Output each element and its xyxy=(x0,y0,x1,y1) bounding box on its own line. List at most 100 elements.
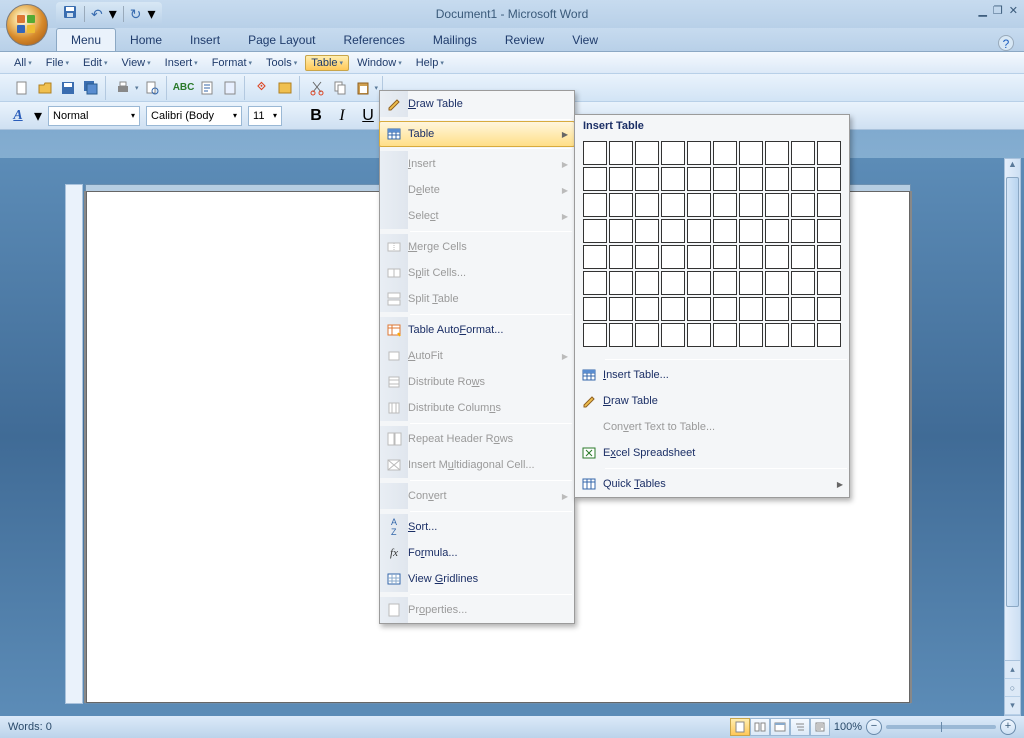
grid-cell[interactable] xyxy=(635,167,659,191)
vertical-scrollbar[interactable]: ▲ ▼ xyxy=(1004,158,1021,698)
grid-cell[interactable] xyxy=(765,141,789,165)
grid-cell[interactable] xyxy=(661,141,685,165)
grid-cell[interactable] xyxy=(583,271,607,295)
grid-cell[interactable] xyxy=(609,193,633,217)
paste-icon[interactable] xyxy=(353,78,373,98)
menu-insert[interactable]: Insert▾ xyxy=(159,55,204,71)
grid-cell[interactable] xyxy=(817,245,841,269)
grid-cell[interactable] xyxy=(817,141,841,165)
submenu-insert-table[interactable]: Insert Table... xyxy=(575,362,849,388)
menu-table-submenu[interactable]: Table▶ xyxy=(379,121,575,147)
grid-cell[interactable] xyxy=(791,271,815,295)
zoom-out-button[interactable]: − xyxy=(866,719,882,735)
draft-view-icon[interactable] xyxy=(810,718,830,736)
grid-cell[interactable] xyxy=(817,193,841,217)
grid-cell[interactable] xyxy=(765,245,789,269)
grid-cell[interactable] xyxy=(817,219,841,243)
grid-cell[interactable] xyxy=(817,297,841,321)
grid-cell[interactable] xyxy=(583,193,607,217)
table-size-grid[interactable] xyxy=(575,137,849,357)
copy-icon[interactable] xyxy=(330,78,350,98)
grid-cell[interactable] xyxy=(635,219,659,243)
tab-review[interactable]: Review xyxy=(491,29,558,51)
full-screen-reading-icon[interactable] xyxy=(750,718,770,736)
bold-button[interactable]: B xyxy=(306,106,326,126)
minimize-button[interactable]: ▁ xyxy=(978,4,986,17)
tab-mailings[interactable]: Mailings xyxy=(419,29,491,51)
grid-cell[interactable] xyxy=(765,219,789,243)
menu-sort[interactable]: AZSort... xyxy=(380,514,574,540)
grid-cell[interactable] xyxy=(635,271,659,295)
grid-cell[interactable] xyxy=(583,323,607,347)
new-icon[interactable] xyxy=(12,78,32,98)
menu-format[interactable]: Format▾ xyxy=(206,55,258,71)
grid-cell[interactable] xyxy=(687,167,711,191)
grid-cell[interactable] xyxy=(713,219,737,243)
grid-cell[interactable] xyxy=(661,297,685,321)
grid-cell[interactable] xyxy=(739,297,763,321)
grid-cell[interactable] xyxy=(661,193,685,217)
grid-cell[interactable] xyxy=(687,297,711,321)
font-selector[interactable]: Calibri (Body▾ xyxy=(146,106,242,126)
grid-cell[interactable] xyxy=(609,297,633,321)
qat-save-icon[interactable] xyxy=(62,4,78,25)
menu-file[interactable]: File▾ xyxy=(40,55,75,71)
restore-button[interactable]: ❐ xyxy=(993,4,1003,17)
help-icon[interactable]: ? xyxy=(998,35,1014,51)
grid-cell[interactable] xyxy=(765,167,789,191)
grid-cell[interactable] xyxy=(739,271,763,295)
close-button[interactable]: ✕ xyxy=(1009,4,1018,17)
submenu-draw-table[interactable]: Draw Table xyxy=(575,388,849,414)
grid-cell[interactable] xyxy=(583,245,607,269)
grid-cell[interactable] xyxy=(739,323,763,347)
grid-cell[interactable] xyxy=(687,323,711,347)
grid-cell[interactable] xyxy=(713,141,737,165)
open-icon[interactable] xyxy=(35,78,55,98)
style-selector[interactable]: Normal▾ xyxy=(48,106,140,126)
tab-menu[interactable]: Menu xyxy=(56,28,116,51)
underline-button[interactable]: U xyxy=(358,106,378,126)
grid-cell[interactable] xyxy=(687,271,711,295)
cut-icon[interactable] xyxy=(307,78,327,98)
save-all-icon[interactable] xyxy=(81,78,101,98)
menu-help[interactable]: Help▾ xyxy=(410,55,450,71)
grid-cell[interactable] xyxy=(661,323,685,347)
grid-cell[interactable] xyxy=(661,245,685,269)
grid-cell[interactable] xyxy=(609,323,633,347)
menu-formula[interactable]: fxFormula... xyxy=(380,540,574,566)
grid-cell[interactable] xyxy=(609,141,633,165)
research-icon[interactable] xyxy=(197,78,217,98)
print-preview-icon[interactable] xyxy=(142,78,162,98)
grid-cell[interactable] xyxy=(661,271,685,295)
word-count[interactable]: Words: 0 xyxy=(8,721,52,733)
grid-cell[interactable] xyxy=(687,219,711,243)
grid-cell[interactable] xyxy=(687,245,711,269)
tab-home[interactable]: Home xyxy=(116,29,176,51)
grid-cell[interactable] xyxy=(739,167,763,191)
grid-cell[interactable] xyxy=(739,193,763,217)
grid-cell[interactable] xyxy=(635,297,659,321)
grid-cell[interactable] xyxy=(765,271,789,295)
grid-cell[interactable] xyxy=(765,193,789,217)
grid-cell[interactable] xyxy=(713,323,737,347)
grid-cell[interactable] xyxy=(661,167,685,191)
grid-cell[interactable] xyxy=(609,167,633,191)
zoom-in-button[interactable]: + xyxy=(1000,719,1016,735)
grid-cell[interactable] xyxy=(713,167,737,191)
tab-insert[interactable]: Insert xyxy=(176,29,234,51)
submenu-excel[interactable]: Excel Spreadsheet xyxy=(575,440,849,466)
next-page-icon[interactable]: ▾ xyxy=(1005,697,1020,715)
submenu-quick-tables[interactable]: Quick Tables▶ xyxy=(575,471,849,497)
save-icon[interactable] xyxy=(58,78,78,98)
grid-cell[interactable] xyxy=(583,167,607,191)
font-size-selector[interactable]: 11▾ xyxy=(248,106,282,126)
web-layout-icon[interactable] xyxy=(770,718,790,736)
grid-cell[interactable] xyxy=(739,245,763,269)
grid-cell[interactable] xyxy=(791,219,815,243)
scroll-up-icon[interactable]: ▲ xyxy=(1005,159,1020,175)
prev-page-icon[interactable]: ▴ xyxy=(1005,661,1020,679)
grid-cell[interactable] xyxy=(661,219,685,243)
grid-cell[interactable] xyxy=(609,219,633,243)
office-button[interactable] xyxy=(6,4,48,46)
zoom-slider[interactable] xyxy=(886,725,996,729)
